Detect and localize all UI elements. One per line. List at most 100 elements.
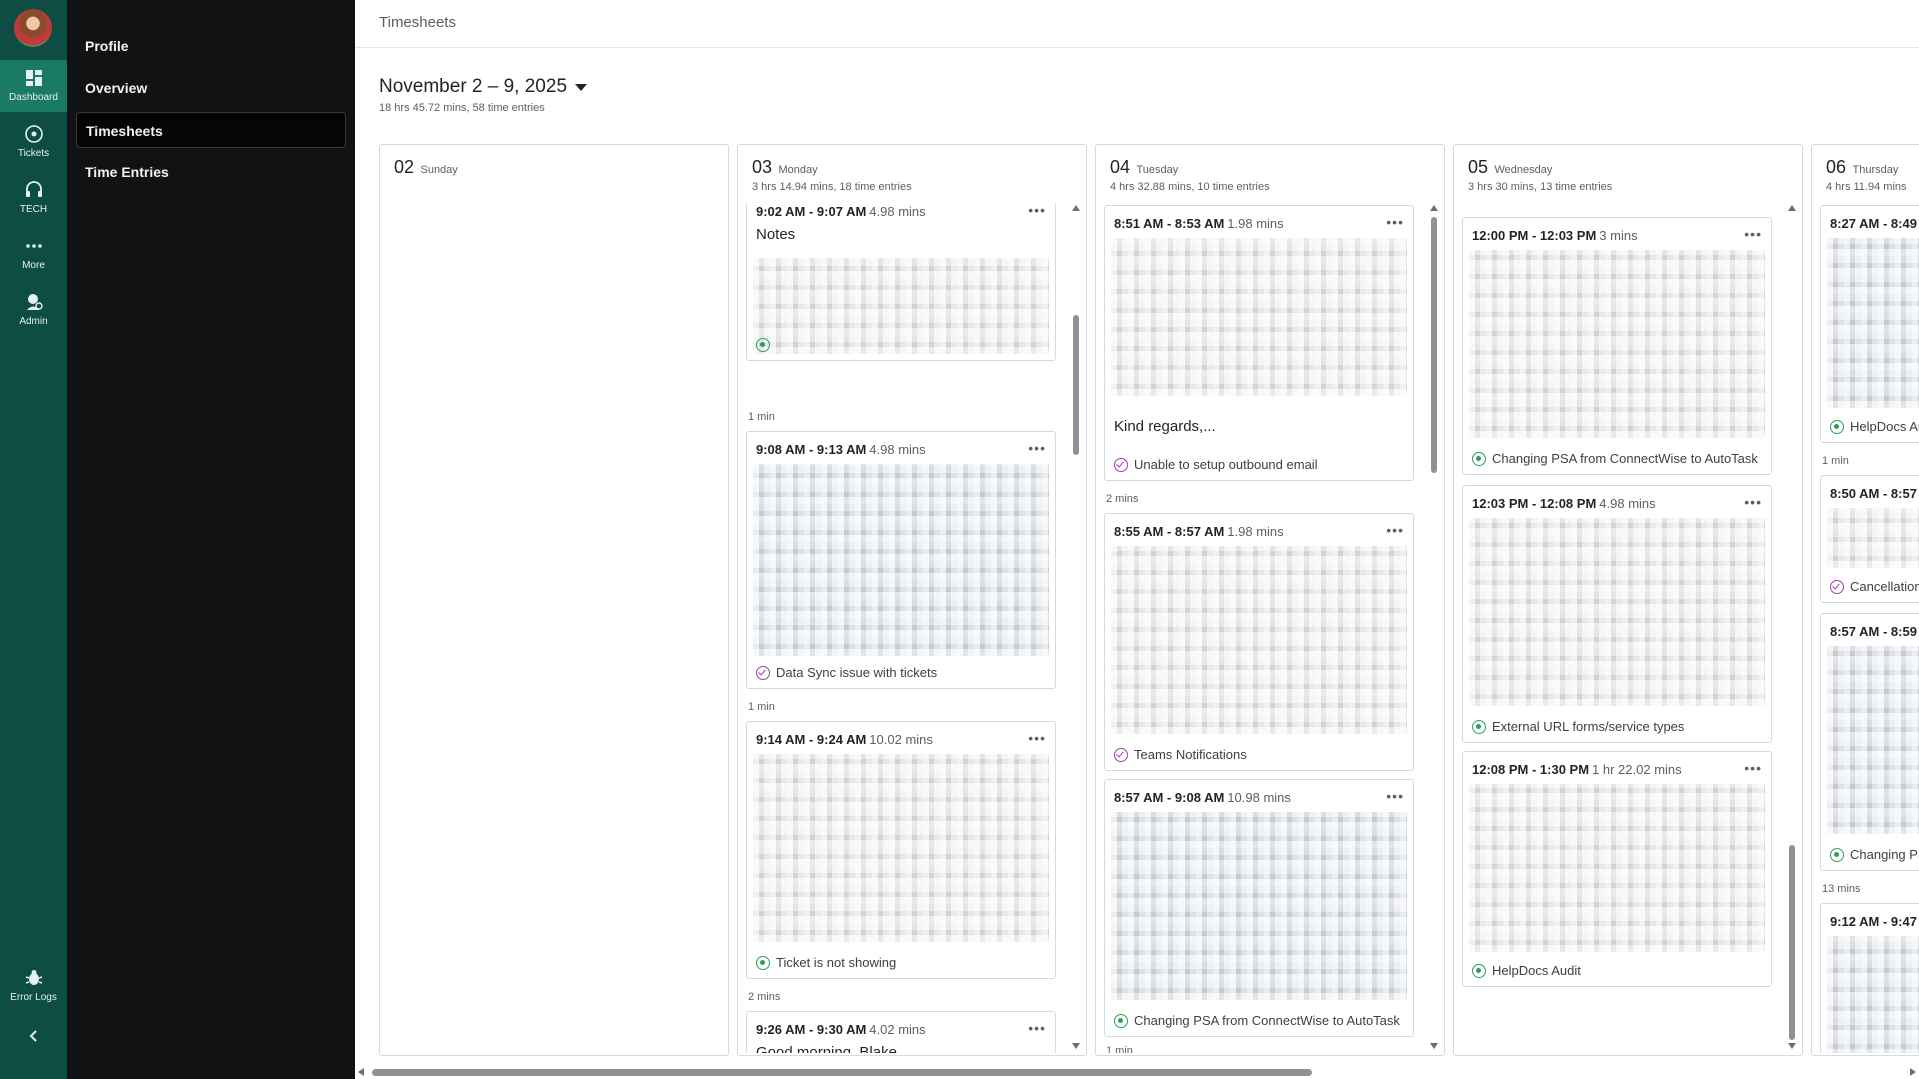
icon-rail: Dashboard Tickets TECH More Admin Error … — [0, 0, 67, 1079]
more-options-icon[interactable]: ••• — [1386, 788, 1404, 804]
day-number: 02 — [394, 157, 415, 177]
vertical-scrollbar[interactable] — [1788, 205, 1796, 1049]
rail-item-admin[interactable]: Admin — [0, 284, 67, 336]
more-options-icon[interactable]: ••• — [1744, 760, 1762, 776]
entry-ticket[interactable] — [756, 338, 1046, 352]
status-open-icon — [1114, 1013, 1128, 1028]
time-entry-card[interactable]: 9:26 AM - 9:30 AM 4.02 mins ••• Good morn… — [746, 1011, 1056, 1053]
rail-item-error-logs[interactable]: Error Logs — [0, 960, 67, 1012]
entry-ticket[interactable]: HelpDocs Audit — [1472, 963, 1762, 978]
entry-time: 9:12 AM - 9:47 AM — [1830, 914, 1919, 929]
more-options-icon[interactable]: ••• — [1386, 522, 1404, 538]
more-options-icon[interactable]: ••• — [1028, 1020, 1046, 1036]
scroll-down-icon[interactable] — [1788, 1043, 1796, 1049]
scroll-thumb[interactable] — [372, 1069, 1312, 1076]
time-entry-card[interactable]: 12:00 PM - 12:03 PM 3 mins ••• Changing P… — [1462, 217, 1772, 475]
redacted-content — [1111, 238, 1407, 396]
entry-ticket[interactable]: Changing PSA from ConnectWise to AutoTas… — [1472, 451, 1762, 466]
time-entry-card[interactable]: 9:14 AM - 9:24 AM 10.02 mins ••• Ticket i… — [746, 721, 1056, 979]
entry-time: 9:08 AM - 9:13 AM 4.98 mins — [756, 442, 926, 457]
entry-ticket[interactable]: Ticket is not showing — [756, 955, 1046, 970]
horizontal-scrollbar[interactable] — [355, 1064, 1919, 1079]
time-entry-card[interactable]: 12:03 PM - 12:08 PM 4.98 mins ••• Externa… — [1462, 485, 1772, 743]
entry-ticket[interactable]: Changing PSA from ConnectWise to AutoTas… — [1114, 1013, 1404, 1028]
day-header: 03 Monday 3 hrs 14.94 mins, 18 time entr… — [752, 157, 1072, 193]
more-options-icon[interactable]: ••• — [1028, 730, 1046, 746]
user-avatar[interactable] — [14, 9, 52, 47]
entry-ticket[interactable]: Cancellation — [1830, 579, 1919, 594]
scroll-up-icon[interactable] — [1072, 205, 1080, 211]
scroll-up-icon[interactable] — [1788, 205, 1796, 211]
entry-ticket[interactable]: Data Sync issue with tickets — [756, 665, 1046, 680]
day-column-thursday: 06 Thursday 4 hrs 11.94 mins 8:27 AM - 8… — [1811, 144, 1919, 1056]
status-open-icon — [756, 955, 770, 970]
gap-label: 2 mins — [1106, 493, 1139, 505]
more-options-icon[interactable]: ••• — [1744, 226, 1762, 242]
nav-item-overview[interactable]: Overview — [76, 70, 346, 106]
time-entry-card[interactable]: 9:12 AM - 9:47 AM — [1820, 903, 1919, 1053]
entry-ticket[interactable]: Unable to setup outbound email — [1114, 457, 1404, 472]
time-entry-card[interactable]: 8:57 AM - 9:08 AM 10.98 mins ••• Changing… — [1104, 779, 1414, 1037]
status-open-icon — [1830, 419, 1844, 434]
nav-item-timesheets[interactable]: Timesheets — [76, 112, 346, 148]
redacted-content — [1469, 250, 1765, 438]
redacted-content — [753, 464, 1049, 656]
entry-ticket[interactable]: Teams Notifications — [1114, 747, 1404, 762]
entry-duration: 4.98 mins — [1599, 496, 1656, 511]
entry-time: 9:26 AM - 9:30 AM 4.02 mins — [756, 1022, 926, 1037]
time-entry-card[interactable]: 8:57 AM - 8:59 AM Changing PSA — [1820, 613, 1919, 871]
scroll-down-icon[interactable] — [1072, 1043, 1080, 1049]
vertical-scrollbar[interactable] — [1072, 205, 1080, 1049]
more-options-icon[interactable]: ••• — [1744, 494, 1762, 510]
time-entry-card[interactable]: 9:02 AM - 9:07 AM 4.98 mins ••• Notes — [746, 203, 1056, 361]
entry-duration: 1 hr 22.02 mins — [1592, 762, 1682, 777]
date-range-picker[interactable]: November 2 – 9, 2025 — [379, 76, 588, 98]
redacted-content — [1111, 812, 1407, 1000]
scroll-right-icon[interactable] — [1910, 1068, 1916, 1076]
more-options-icon[interactable]: ••• — [1028, 203, 1046, 218]
scroll-down-icon[interactable] — [1430, 1043, 1438, 1049]
entry-duration: 10.98 mins — [1227, 790, 1291, 805]
scroll-thumb[interactable] — [1073, 315, 1079, 455]
entry-ticket[interactable]: Changing PSA — [1830, 847, 1919, 862]
nav-item-time-entries[interactable]: Time Entries — [76, 154, 346, 190]
page-title: Timesheets — [379, 14, 456, 31]
scroll-up-icon[interactable] — [1430, 205, 1438, 211]
redacted-content — [1827, 936, 1919, 1053]
redacted-content — [1827, 646, 1919, 834]
entry-note: Good morning, Blake — [756, 1044, 897, 1053]
time-entry-card[interactable]: 8:27 AM - 8:49 AM HelpDocs Audit — [1820, 205, 1919, 443]
entries-list: 12:00 PM - 12:03 PM 3 mins ••• Changing P… — [1462, 203, 1780, 1053]
rail-item-dashboard[interactable]: Dashboard — [0, 60, 67, 112]
collapse-button[interactable] — [0, 1022, 67, 1052]
entry-time: 8:51 AM - 8:53 AM 1.98 mins — [1114, 216, 1284, 231]
day-column-monday: 03 Monday 3 hrs 14.94 mins, 18 time entr… — [737, 144, 1087, 1056]
bug-icon — [25, 970, 42, 985]
vertical-scrollbar[interactable] — [1430, 205, 1438, 1049]
more-options-icon[interactable]: ••• — [1386, 214, 1404, 230]
time-entry-card[interactable]: 8:50 AM - 8:57 AM Cancellation — [1820, 475, 1919, 603]
status-done-icon — [1114, 747, 1128, 762]
day-summary: 4 hrs 11.94 mins — [1826, 181, 1907, 193]
rail-item-tech[interactable]: TECH — [0, 172, 67, 224]
gap-label: 1 min — [748, 701, 775, 713]
entry-ticket[interactable]: External URL forms/service types — [1472, 719, 1762, 734]
more-options-icon[interactable]: ••• — [1028, 440, 1046, 456]
scroll-thumb[interactable] — [1789, 845, 1795, 1040]
scroll-thumb[interactable] — [1431, 217, 1437, 473]
nav-item-profile[interactable]: Profile — [76, 28, 346, 64]
rail-item-tickets[interactable]: Tickets — [0, 116, 67, 168]
status-done-icon — [756, 665, 770, 680]
time-entry-card[interactable]: 9:08 AM - 9:13 AM 4.98 mins ••• Data Sync… — [746, 431, 1056, 689]
more-icon — [25, 244, 42, 248]
time-entry-card[interactable]: 12:08 PM - 1:30 PM 1 hr 22.02 mins ••• He… — [1462, 751, 1772, 987]
redacted-content — [1469, 784, 1765, 952]
gap-label: 1 min — [748, 411, 775, 423]
entry-note: Kind regards,... — [1114, 418, 1216, 435]
scroll-left-icon[interactable] — [358, 1068, 364, 1076]
time-entry-card[interactable]: 8:55 AM - 8:57 AM 1.98 mins ••• Teams Not… — [1104, 513, 1414, 771]
rail-item-more[interactable]: More — [0, 228, 67, 280]
entry-ticket[interactable]: HelpDocs Audit — [1830, 419, 1919, 434]
rail-label: More — [22, 260, 45, 271]
time-entry-card[interactable]: 8:51 AM - 8:53 AM 1.98 mins ••• Kind rega… — [1104, 205, 1414, 481]
